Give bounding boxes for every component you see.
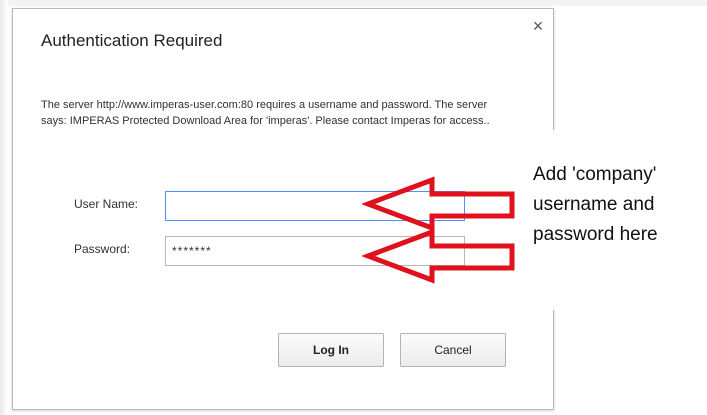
username-arrow: [362, 176, 515, 232]
username-label: User Name:: [74, 197, 139, 211]
dialog-title: Authentication Required: [41, 31, 223, 50]
login-button[interactable]: Log In: [278, 333, 384, 367]
annotation-line-3: password here: [533, 224, 658, 245]
dialog-message: The server http://www.imperas-user.com:8…: [41, 99, 490, 127]
background-edge: [0, 0, 8, 415]
password-arrow: [362, 228, 515, 284]
background-strip: [0, 0, 707, 6]
annotation-line-2: username and: [533, 194, 655, 215]
cancel-button[interactable]: Cancel: [400, 333, 506, 367]
annotation-line-1: Add 'company': [533, 164, 657, 185]
password-label: Password:: [74, 242, 131, 256]
annotation-text: Add 'company' username and password here: [533, 160, 707, 250]
close-icon[interactable]: ×: [528, 16, 548, 36]
